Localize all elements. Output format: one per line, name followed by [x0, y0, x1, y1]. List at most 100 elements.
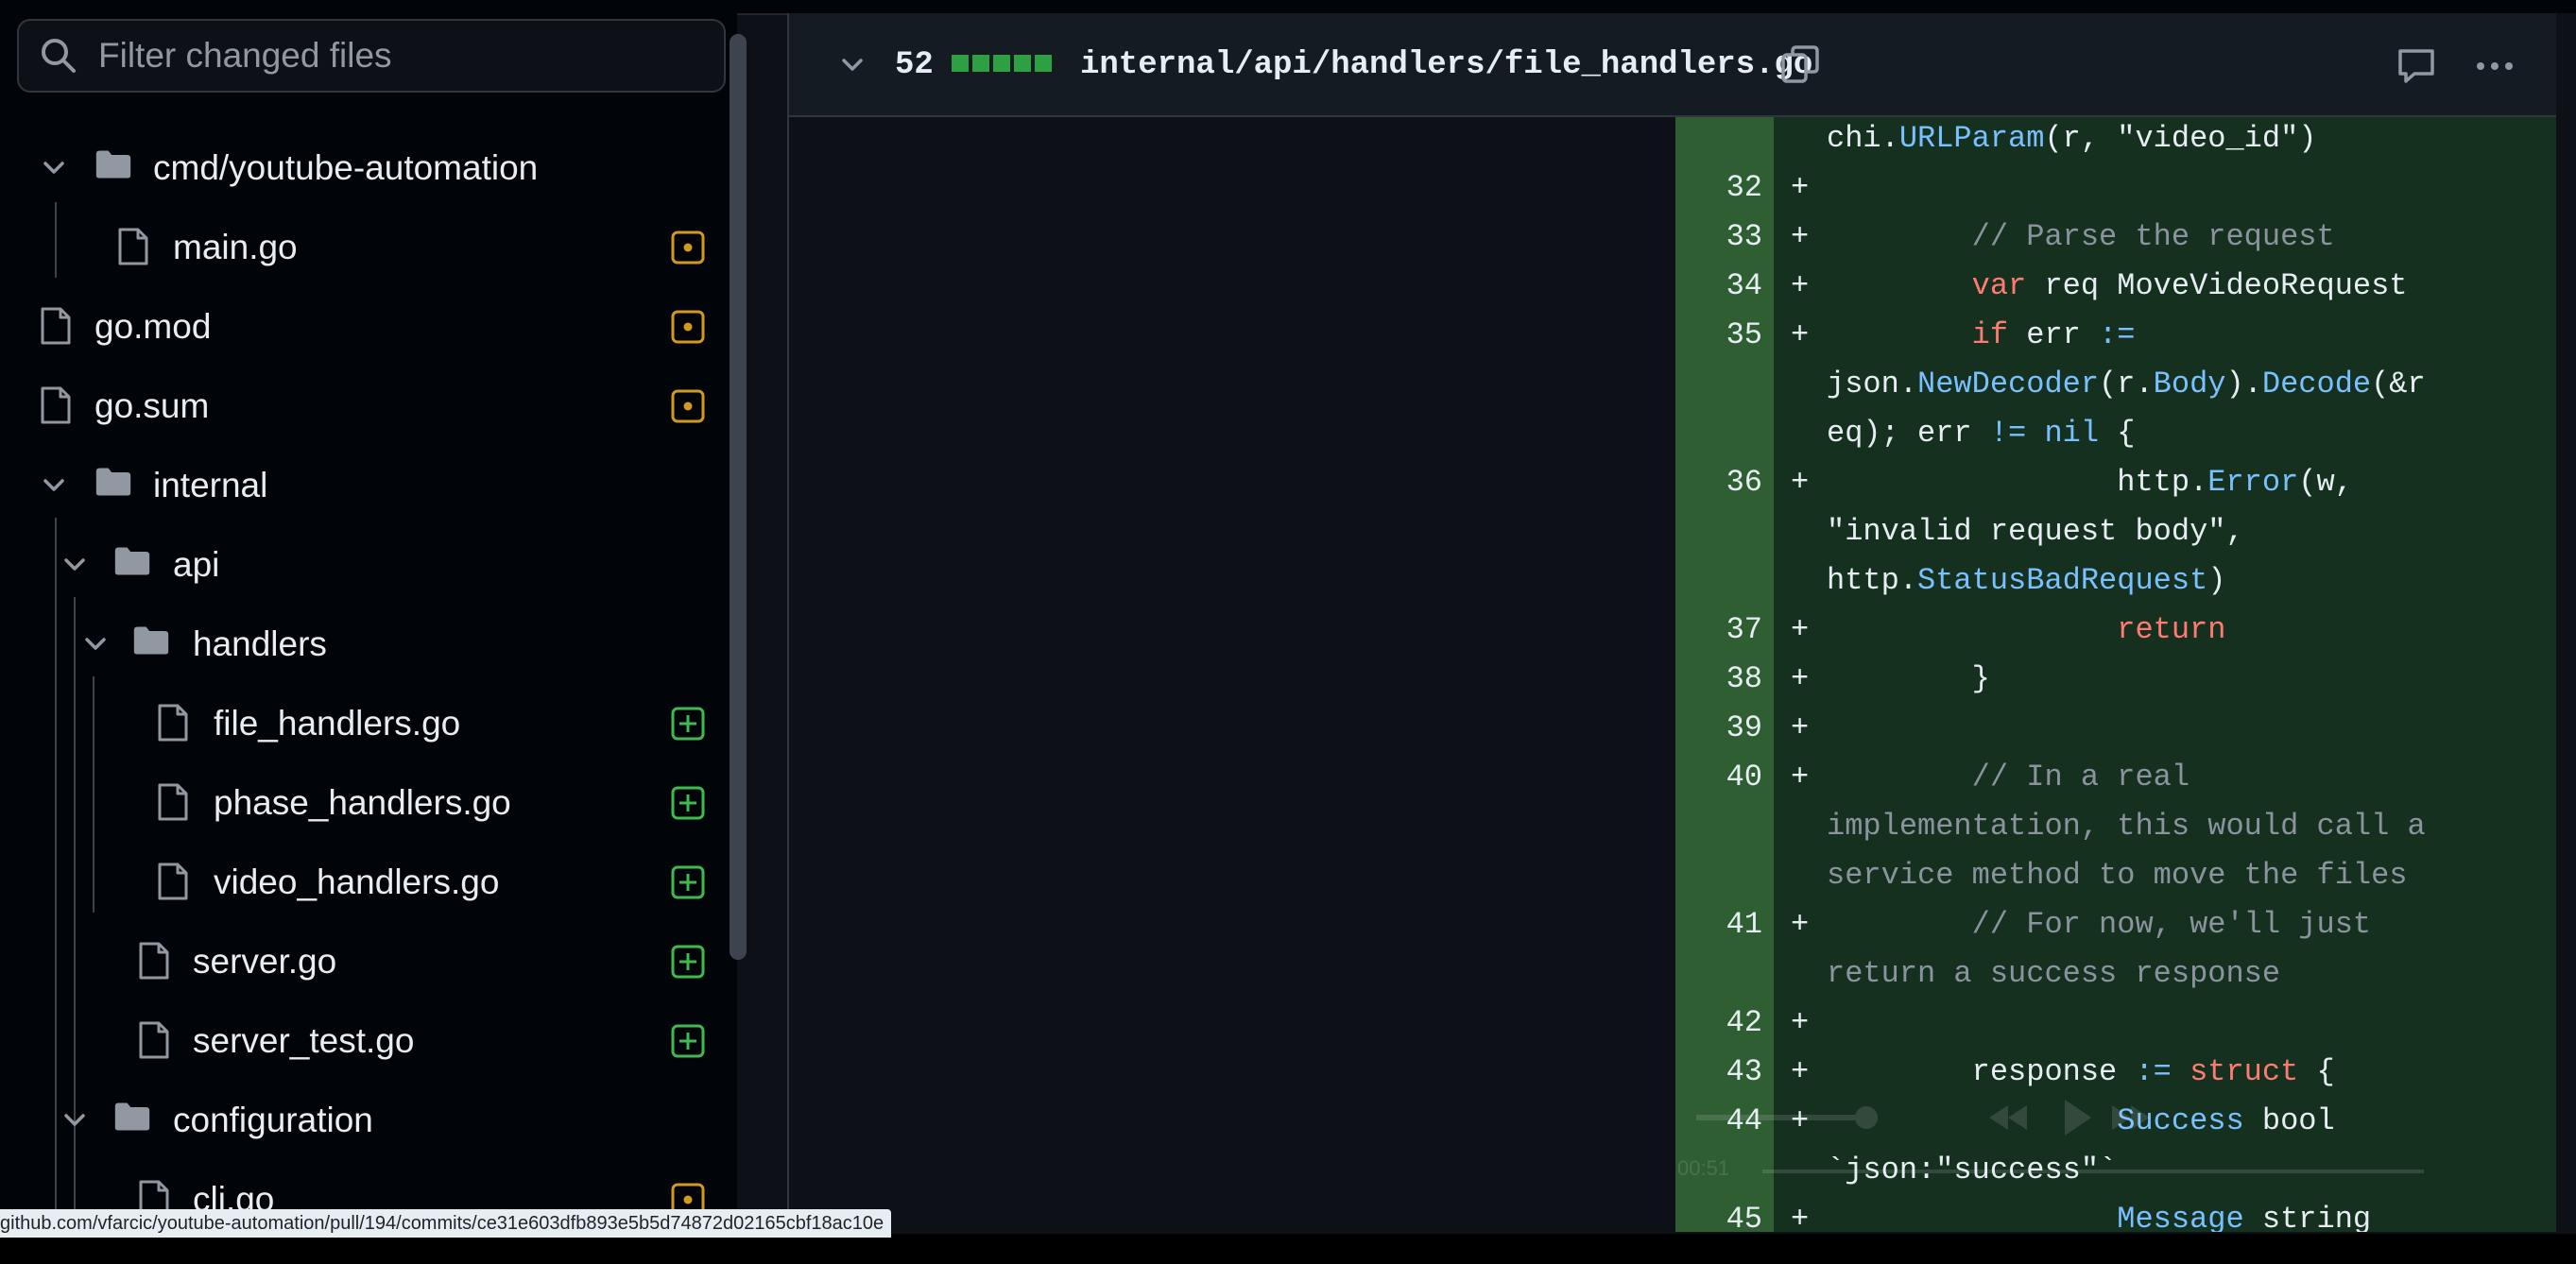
diffstat-blocks [952, 55, 1052, 72]
code-text: http.StatusBadRequest) [1827, 563, 2226, 598]
tree-item-label: main.go [173, 228, 298, 266]
video-time: 00:51 [1677, 1156, 1730, 1180]
file-icon [40, 385, 77, 427]
file-added-icon [671, 945, 705, 979]
tree-folder-handlers[interactable]: handlers [0, 605, 737, 684]
added-marker: + [1791, 710, 1810, 745]
file-icon [157, 703, 195, 744]
diffstat-block [1014, 55, 1031, 72]
added-marker: + [1791, 317, 1810, 352]
bottom-bar [0, 1234, 2576, 1264]
changes-count: 52 [895, 47, 934, 83]
line-number[interactable]: 33 [1675, 219, 1762, 254]
tree-item-label: handlers [193, 624, 327, 663]
collapse-chevron-icon[interactable] [836, 49, 868, 81]
tree-folder-cmd[interactable]: cmd/youtube-automation [0, 128, 737, 208]
tree-file-go-mod[interactable]: go.mod [0, 287, 737, 367]
file-icon [138, 1020, 176, 1062]
added-marker: + [1791, 170, 1810, 205]
video-controls-overlay: 00:51 [1668, 1081, 2499, 1213]
window-right-edge [2556, 13, 2576, 1234]
added-marker: + [1791, 907, 1810, 942]
code-text: "invalid request body", [1827, 514, 2244, 549]
code-text: var req MoveVideoRequest [1971, 268, 2408, 303]
chevron-down-icon[interactable] [38, 152, 70, 184]
code-text: } [1827, 661, 1990, 696]
tree-item-label: cmd/youtube-automation [153, 148, 539, 187]
code-text: // In a real [1827, 760, 2190, 794]
kebab-menu-icon[interactable] [2471, 47, 2518, 85]
line-number[interactable]: 41 [1675, 907, 1762, 942]
tree-folder-internal[interactable]: internal [0, 446, 737, 525]
line-number[interactable]: 42 [1675, 1005, 1762, 1040]
tree-item-label: api [173, 545, 220, 584]
tree-file-main-go[interactable]: main.go [0, 208, 737, 287]
tree-file-file-handlers-go[interactable]: file_handlers.go [0, 684, 737, 763]
folder-icon [132, 623, 170, 665]
diffstat-block [952, 55, 969, 72]
tree-item-label: phase_handlers.go [214, 783, 511, 822]
link-status-url: github.com/vfarcic/youtube-automation/pu… [0, 1209, 892, 1238]
code-text: // Parse the request [1827, 219, 2335, 254]
file-icon [138, 941, 176, 982]
line-number[interactable]: 38 [1675, 661, 1762, 696]
sidebar-scrollbar[interactable] [730, 34, 747, 960]
copy-icon[interactable] [1779, 43, 1821, 85]
tree-item-label: server_test.go [193, 1021, 415, 1060]
line-number[interactable]: 39 [1675, 710, 1762, 745]
diff-file-path[interactable]: internal/api/handlers/file_handlers.go [1080, 47, 1812, 83]
diff-body: chi.URLParam(r, "video_id") 32 + 33 + //… [789, 117, 2556, 1232]
tree-file-phase-handlers-go[interactable]: phase_handlers.go [0, 763, 737, 843]
code-text: http.Error(w, [1827, 465, 2353, 500]
tree-folder-configuration[interactable]: configuration [0, 1081, 737, 1160]
code-text: return a success response [1827, 956, 2281, 991]
code-text: service method to move the files [1827, 858, 2408, 893]
code-text: return [1827, 612, 2226, 647]
tree-file-server-go[interactable]: server.go [0, 922, 737, 1001]
file-added-icon [671, 1024, 705, 1058]
chevron-down-icon[interactable] [79, 628, 112, 660]
file-added-icon [671, 707, 705, 741]
code-text: json.NewDecoder(r.Body).Decode(&r [1827, 367, 2426, 401]
tree-file-video-handlers-go[interactable]: video_handlers.go [0, 843, 737, 922]
added-marker: + [1791, 612, 1810, 647]
folder-icon [113, 544, 151, 586]
line-number[interactable]: 34 [1675, 268, 1762, 303]
tree-item-label: go.sum [94, 386, 210, 425]
code-text: // For now, we'll just [1827, 907, 2372, 942]
file-icon [40, 306, 77, 348]
file-icon [157, 862, 195, 903]
code-text: implementation, this would call a [1827, 809, 2426, 844]
folder-icon [94, 465, 132, 506]
file-modified-icon [671, 310, 705, 344]
folder-icon [94, 147, 132, 189]
filter-files-field[interactable] [17, 19, 726, 93]
search-icon [38, 35, 79, 77]
added-marker: + [1791, 760, 1810, 794]
comment-icon[interactable] [2396, 45, 2437, 87]
line-number[interactable]: 40 [1675, 760, 1762, 794]
chevron-down-icon[interactable] [59, 1104, 91, 1136]
diff-file-header: 52 internal/api/handlers/file_handlers.g… [789, 13, 2556, 117]
code-text: eq); err != nil { [1827, 416, 2136, 451]
tree-folder-api[interactable]: api [0, 525, 737, 605]
chevron-down-icon[interactable] [38, 470, 70, 502]
filter-files-input[interactable] [96, 35, 724, 77]
line-number[interactable]: 35 [1675, 317, 1762, 352]
tree-file-go-sum[interactable]: go.sum [0, 367, 737, 446]
chevron-down-icon[interactable] [59, 549, 91, 581]
file-icon [157, 782, 195, 824]
added-marker: + [1791, 661, 1810, 696]
file-modified-icon [671, 231, 705, 265]
line-number[interactable]: 36 [1675, 465, 1762, 500]
line-number[interactable]: 37 [1675, 612, 1762, 647]
file-tree-sidebar: cmd/youtube-automation main.go go.mod go… [0, 13, 747, 1232]
added-marker: + [1791, 268, 1810, 303]
file-added-icon [671, 786, 705, 820]
tree-file-server-test-go[interactable]: server_test.go [0, 1001, 737, 1081]
line-number[interactable]: 32 [1675, 170, 1762, 205]
added-marker: + [1791, 1005, 1810, 1040]
tree-item-label: server.go [193, 942, 337, 981]
diffstat-block [972, 55, 989, 72]
tree-item-label: file_handlers.go [214, 704, 461, 743]
